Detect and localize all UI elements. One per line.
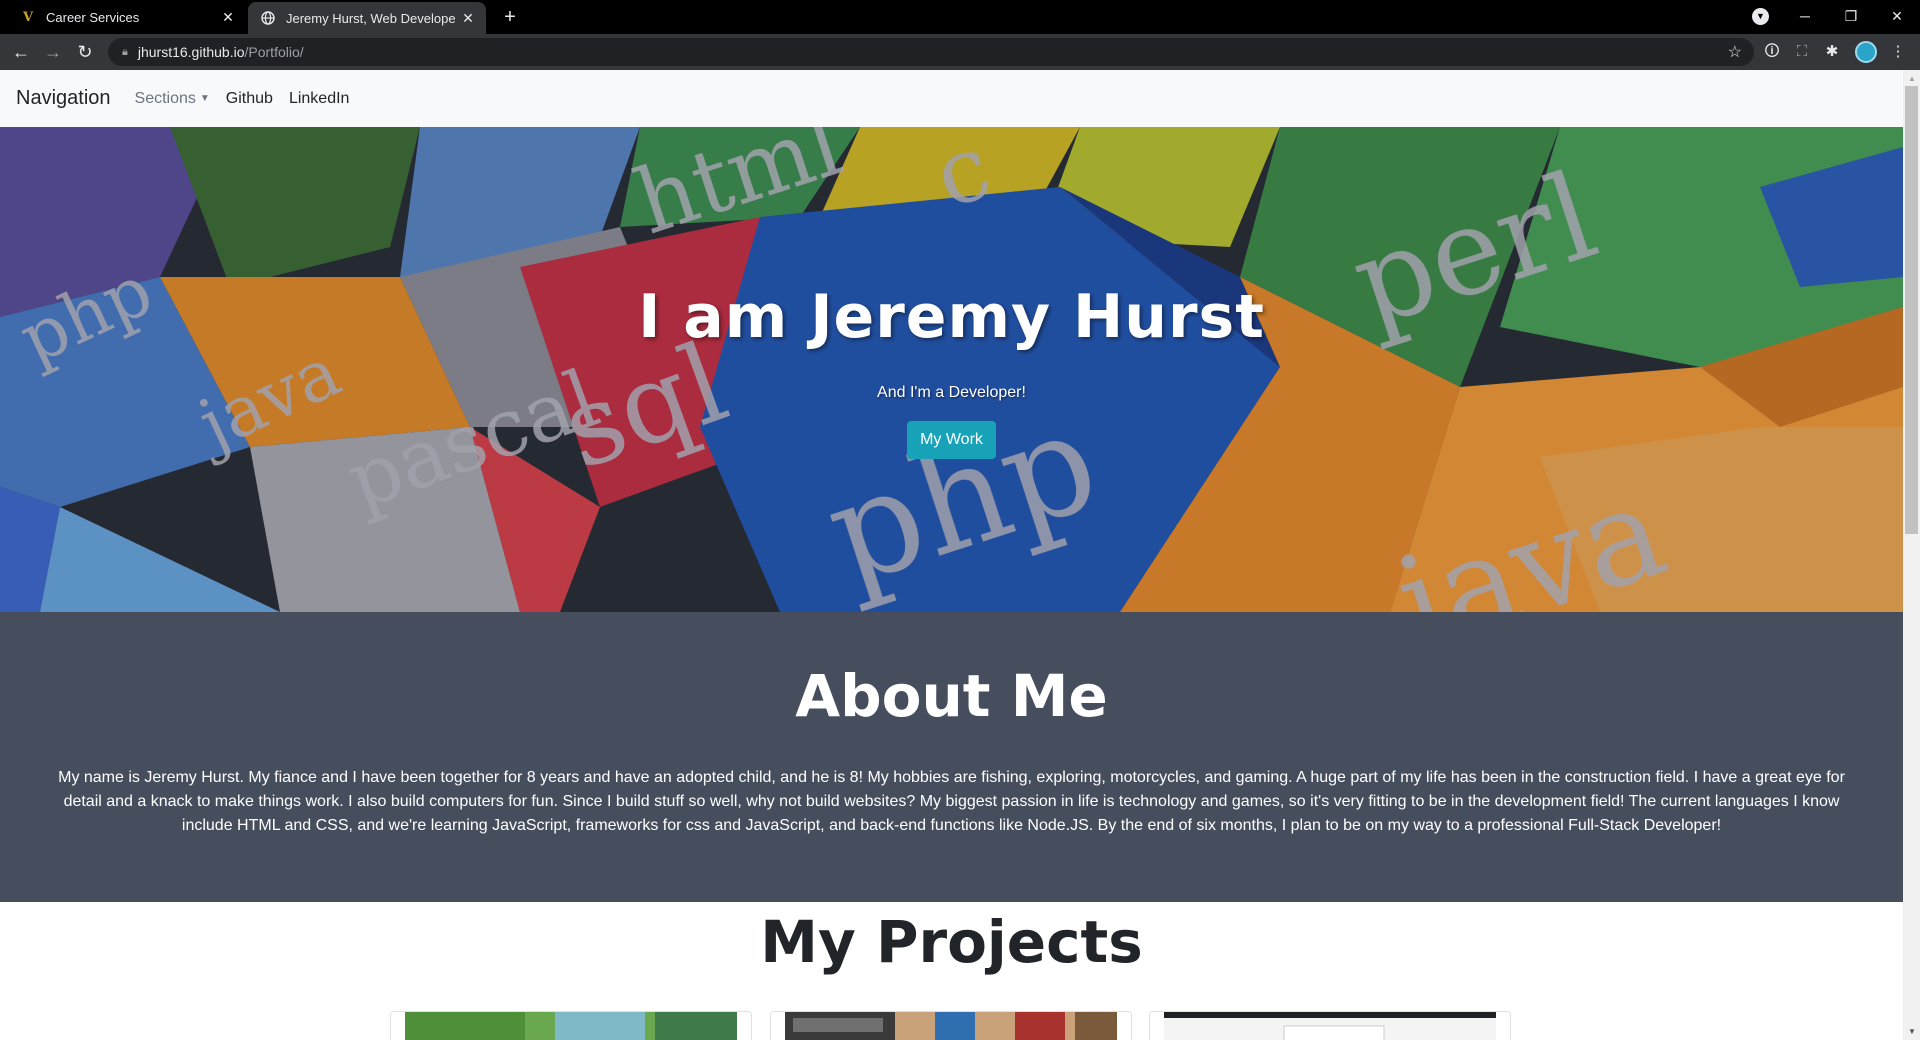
tab-title: Career Services	[46, 9, 140, 25]
close-icon[interactable]: ✕	[456, 10, 480, 27]
nav-link-label: Sections	[134, 89, 196, 107]
profile-avatar[interactable]	[1855, 41, 1877, 63]
url-host: jhurst16.github.io	[137, 44, 245, 60]
hero-subtitle: And I'm a Developer!	[877, 384, 1026, 401]
tab-career-services[interactable]: V Career Services ✕	[0, 0, 246, 34]
site-navbar: Navigation Sections ▼ Github LinkedIn	[0, 70, 1903, 127]
projects-title: My Projects	[760, 908, 1143, 976]
extension-icon[interactable]: 🛈︎	[1762, 42, 1782, 62]
screen-capture-icon[interactable]: ⛶	[1792, 42, 1812, 62]
v-logo-icon: V	[22, 9, 34, 25]
project-thumb-screenshot	[1164, 1012, 1496, 1040]
tab-portfolio[interactable]: Jeremy Hurst, Web Developer! ✕	[248, 2, 486, 34]
browser-tab-strip: V Career Services ✕ Jeremy Hurst, Web De…	[0, 0, 1920, 34]
page-viewport: Navigation Sections ▼ Github LinkedIn ph…	[0, 70, 1903, 1040]
url-path: /Portfolio/	[244, 44, 304, 60]
puzzle-extensions-icon[interactable]: ✱	[1822, 42, 1842, 62]
project-card[interactable]	[770, 1011, 1132, 1040]
close-window-icon[interactable]: ✕	[1874, 0, 1920, 34]
nav-link-linkedin[interactable]: LinkedIn	[289, 90, 350, 108]
nav-sections-dropdown[interactable]: Sections ▼	[135, 90, 210, 108]
page-scrollbar[interactable]: ▲ ▼	[1903, 70, 1920, 1040]
close-icon[interactable]: ✕	[216, 9, 240, 26]
scroll-down-arrow-icon[interactable]: ▼	[1908, 1027, 1916, 1036]
scroll-up-arrow-icon[interactable]: ▲	[1908, 74, 1916, 83]
project-card[interactable]	[390, 1011, 752, 1040]
globe-icon	[260, 10, 276, 26]
about-section: About Me My name is Jeremy Hurst. My fia…	[0, 612, 1903, 902]
lock-icon: 🔒︎	[122, 45, 128, 58]
nav-link-github[interactable]: Github	[226, 90, 273, 108]
project-card[interactable]	[1149, 1011, 1511, 1040]
project-thumb-desk	[785, 1012, 1117, 1040]
hero-content: I am Jeremy Hurst And I'm a Developer! M…	[0, 127, 1903, 612]
about-text: My name is Jeremy Hurst. My fiance and I…	[58, 769, 1845, 834]
back-arrow-icon[interactable]: ←	[8, 39, 34, 65]
restore-icon[interactable]: ❐	[1828, 0, 1874, 34]
about-title: About Me	[795, 662, 1108, 730]
bookmark-star-icon[interactable]: ☆	[1728, 42, 1742, 62]
tab-search-icon[interactable]: ▼	[1752, 8, 1769, 25]
my-work-button[interactable]: My Work	[907, 421, 996, 459]
hero-title: I am Jeremy Hurst	[638, 282, 1265, 352]
hero-section: php java pascal sql php perl java html c…	[0, 127, 1903, 612]
scrollbar-thumb[interactable]	[1905, 86, 1918, 534]
tab-title: Jeremy Hurst, Web Developer!	[286, 10, 456, 26]
menu-kebab-icon[interactable]: ⋮	[1888, 42, 1908, 62]
minimize-icon[interactable]: ─	[1782, 0, 1828, 34]
caret-down-icon: ▼	[199, 92, 210, 104]
browser-toolbar: ← → ↻ 🔒︎ jhurst16.github.io /Portfolio/ …	[0, 34, 1920, 70]
reload-icon[interactable]: ↻	[72, 39, 98, 65]
new-tab-plus-icon[interactable]: +	[498, 5, 522, 29]
project-thumb-nature	[405, 1012, 737, 1040]
navbar-brand[interactable]: Navigation	[16, 87, 111, 110]
forward-arrow-icon[interactable]: →	[40, 39, 66, 65]
address-bar[interactable]: 🔒︎ jhurst16.github.io /Portfolio/ ☆	[108, 38, 1754, 66]
